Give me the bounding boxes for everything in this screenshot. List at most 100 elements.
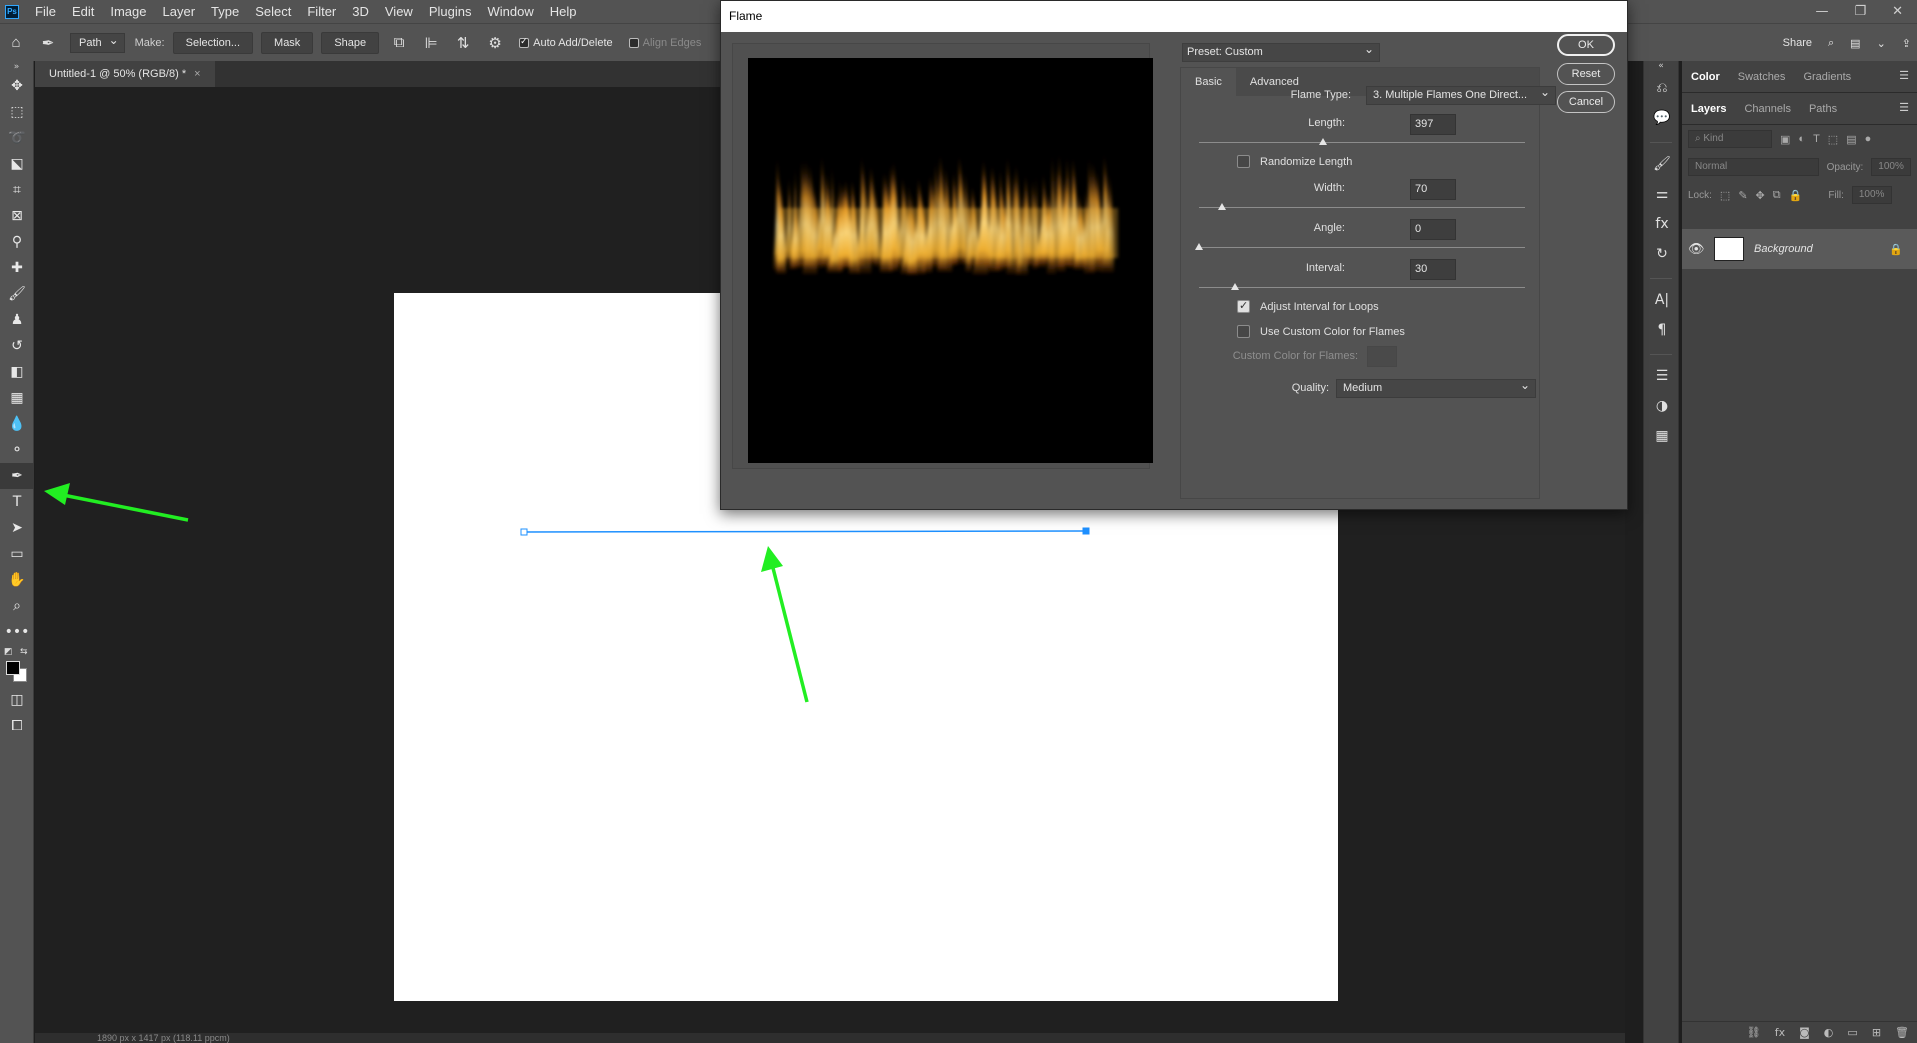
search-icon[interactable]: ⌕ <box>1828 37 1834 50</box>
angle-input[interactable]: 0 <box>1410 219 1456 240</box>
fx-icon[interactable]: fx <box>1775 1026 1785 1039</box>
path-arrangement-icon[interactable]: ⇅ <box>453 33 473 53</box>
workspace-icon[interactable]: ▤ <box>1850 37 1860 50</box>
crop-tool-icon[interactable]: ⌗ <box>0 177 34 203</box>
length-slider-track[interactable] <box>1199 142 1525 143</box>
pen-tool-preset-icon[interactable]: ✒ <box>38 33 58 53</box>
interval-slider-thumb[interactable] <box>1230 283 1239 290</box>
menu-filter[interactable]: Filter <box>299 0 344 23</box>
make-mask-button[interactable]: Mask <box>261 31 314 54</box>
tab-gradients[interactable]: Gradients <box>1794 71 1860 83</box>
menu-window[interactable]: Window <box>479 0 541 23</box>
adjustment-layer-icon[interactable]: ◐ <box>1824 1026 1834 1039</box>
gear-icon[interactable]: ⚙ <box>485 33 505 53</box>
align-edges-checkbox[interactable]: Align Edges <box>628 37 701 49</box>
make-selection-button[interactable]: Selection... <box>172 31 254 54</box>
menu-edit[interactable]: Edit <box>64 0 102 23</box>
eyedropper-tool-icon[interactable]: ⚲ <box>0 229 34 255</box>
tab-color[interactable]: Color <box>1682 71 1729 83</box>
adjustments-icon[interactable]: ☰ <box>1644 361 1680 391</box>
trash-icon[interactable]: 🗑 <box>1895 1026 1909 1039</box>
history-icon[interactable]: ⎌ <box>1644 73 1680 103</box>
screen-mode-icon[interactable]: ⧠ <box>0 713 34 739</box>
menu-image[interactable]: Image <box>102 0 154 23</box>
width-slider-thumb[interactable] <box>1217 203 1226 210</box>
rectangle-tool-icon[interactable]: ▭ <box>0 541 34 567</box>
quick-mask-icon[interactable]: ◫ <box>0 687 34 713</box>
adjustment-filter-icon[interactable]: ◐ <box>1798 133 1805 145</box>
lock-transparent-icon[interactable]: ⬚ <box>1720 189 1730 202</box>
glyphs-grid-icon[interactable]: ▦ <box>1644 421 1680 451</box>
panel-menu-icon[interactable]: ☰ <box>1899 69 1909 82</box>
clone-stamp-tool-icon[interactable]: ♟ <box>0 307 34 333</box>
character-icon[interactable]: A| <box>1644 285 1680 315</box>
angle-slider-track[interactable] <box>1199 247 1525 248</box>
menu-file[interactable]: File <box>27 0 64 23</box>
type-tool-icon[interactable]: T <box>0 489 34 515</box>
styles-fx-icon[interactable]: fx <box>1644 209 1680 239</box>
properties-sliders-icon[interactable]: ⚌ <box>1644 179 1680 209</box>
smart-object-filter-icon[interactable]: ▤ <box>1846 133 1856 146</box>
new-group-icon[interactable]: ▭ <box>1847 1026 1857 1039</box>
zoom-tool-icon[interactable]: ⌕ <box>0 593 34 619</box>
length-slider-thumb[interactable] <box>1318 138 1327 145</box>
menu-layer[interactable]: Layer <box>155 0 204 23</box>
auto-add-delete-checkbox[interactable]: Auto Add/Delete <box>519 36 613 49</box>
shape-filter-icon[interactable]: ⬚ <box>1828 133 1838 146</box>
lock-image-icon[interactable]: ✎ <box>1738 189 1747 202</box>
flame-type-dropdown[interactable]: 3. Multiple Flames One Direct... <box>1366 84 1556 105</box>
tab-paths[interactable]: Paths <box>1800 103 1846 115</box>
angle-slider-thumb[interactable] <box>1195 243 1203 250</box>
add-mask-icon[interactable]: ◙ <box>1799 1026 1810 1039</box>
tab-layers[interactable]: Layers <box>1682 103 1735 115</box>
reset-button[interactable]: Reset <box>1557 63 1615 85</box>
share-button[interactable]: Share <box>1783 37 1812 49</box>
object-selection-tool-icon[interactable]: ⬕ <box>0 151 34 177</box>
filter-toggle-icon[interactable]: ● <box>1865 133 1872 145</box>
preset-dropdown[interactable]: Preset: Custom <box>1182 41 1380 62</box>
swap-colors-icon[interactable]: ⇆ <box>20 647 28 657</box>
tab-channels[interactable]: Channels <box>1735 103 1799 115</box>
link-layers-icon[interactable]: ⛓ <box>1747 1026 1761 1039</box>
path-selection-tool-icon[interactable]: ➤ <box>0 515 34 541</box>
eraser-tool-icon[interactable]: ◧ <box>0 359 34 385</box>
lock-position-icon[interactable]: ✥ <box>1756 189 1765 202</box>
chevron-down-icon[interactable]: ⌄ <box>1877 37 1886 50</box>
libraries-icon[interactable]: ◑ <box>1644 391 1680 421</box>
layer-row-background[interactable]: 👁 Background 🔒 <box>1682 229 1917 269</box>
foreground-color-swatch[interactable] <box>6 661 20 675</box>
cancel-button[interactable]: Cancel <box>1557 91 1615 113</box>
history-brush-tool-icon[interactable]: ↺ <box>0 333 34 359</box>
move-tool-icon[interactable]: ✥ <box>0 73 34 99</box>
document-tab[interactable]: Untitled-1 @ 50% (RGB/8) * × <box>35 61 215 87</box>
width-input[interactable]: 70 <box>1410 179 1456 200</box>
hand-tool-icon[interactable]: ✋ <box>0 567 34 593</box>
panel-menu-icon[interactable]: ☰ <box>1899 101 1909 114</box>
healing-brush-tool-icon[interactable]: ✚ <box>0 255 34 281</box>
default-colors-icon[interactable]: ◩ <box>4 647 13 657</box>
home-icon[interactable]: ⌂ <box>6 33 26 53</box>
menu-help[interactable]: Help <box>542 0 585 23</box>
randomize-length-checkbox[interactable]: Randomize Length <box>1237 155 1352 168</box>
menu-type[interactable]: Type <box>203 0 247 23</box>
length-input[interactable]: 397 <box>1410 114 1456 135</box>
menu-view[interactable]: View <box>377 0 421 23</box>
quality-dropdown[interactable]: Medium <box>1336 377 1536 398</box>
interval-slider-track[interactable] <box>1199 287 1525 288</box>
lock-all-icon[interactable]: 🔒 <box>1789 189 1803 202</box>
ok-button[interactable]: OK <box>1557 34 1615 56</box>
blur-tool-icon[interactable]: 💧 <box>0 411 34 437</box>
menu-3d[interactable]: 3D <box>344 0 377 23</box>
restore-icon[interactable]: ❐ <box>1854 0 1866 23</box>
marquee-tool-icon[interactable]: ⬚ <box>0 99 34 125</box>
close-icon[interactable]: ✕ <box>1892 0 1903 23</box>
layer-kind-filter[interactable]: ⌕ Kind <box>1688 130 1772 148</box>
lasso-tool-icon[interactable]: ➰ <box>0 125 34 151</box>
path-operations-icon[interactable]: ⧉ <box>389 33 409 53</box>
share-export-icon[interactable]: ⇪ <box>1902 37 1911 50</box>
collapse-icon[interactable]: » <box>0 61 33 73</box>
opacity-field[interactable]: 100% <box>1871 158 1911 176</box>
pen-mode-dropdown[interactable]: Path <box>70 31 125 53</box>
interval-input[interactable]: 30 <box>1410 259 1456 280</box>
gradient-tool-icon[interactable]: ▦ <box>0 385 34 411</box>
